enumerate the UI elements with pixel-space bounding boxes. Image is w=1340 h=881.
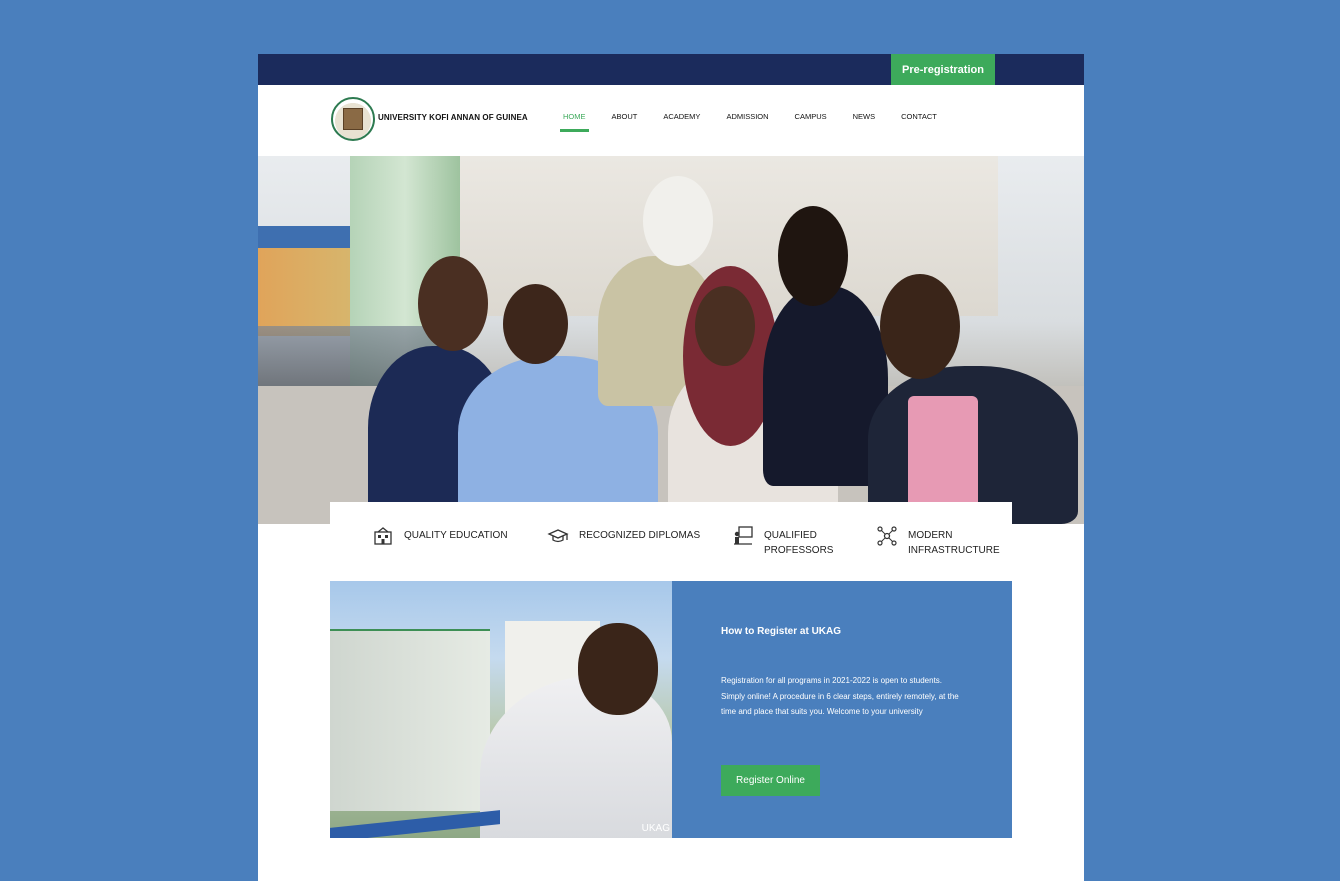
- hero-building-roof: [258, 226, 350, 248]
- nav-academy[interactable]: ACADEMY: [663, 112, 700, 121]
- nav-admission[interactable]: ADMISSION: [726, 112, 768, 121]
- student-3-head: [643, 176, 713, 266]
- register-title: How to Register at UKAG: [721, 626, 842, 637]
- register-online-button[interactable]: Register Online: [721, 765, 820, 796]
- photo-student-head: [578, 623, 658, 715]
- logo-building-icon: [343, 108, 363, 130]
- nav-campus[interactable]: CAMPUS: [795, 112, 827, 121]
- hero-students-photo: [258, 156, 1084, 524]
- photo-caption: UKAG: [641, 823, 670, 834]
- feature-label: QUALIFIED PROFESSORS: [764, 530, 834, 556]
- feature-label: RECOGNIZED DIPLOMAS: [579, 530, 701, 541]
- network-nodes-icon: [876, 525, 898, 547]
- brand-name[interactable]: UNIVERSITY KOFI ANNAN OF GUINEA: [378, 113, 528, 122]
- photo-campus-building: [330, 631, 490, 811]
- feature-quality-education: QUALITY EDUCATION: [372, 525, 508, 547]
- university-logo[interactable]: [331, 97, 375, 141]
- student-5-head: [778, 206, 848, 306]
- nav-home[interactable]: HOME: [560, 112, 588, 132]
- feature-recognized-diplomas: RECOGNIZED DIPLOMAS: [547, 528, 700, 547]
- pre-registration-button[interactable]: Pre-registration: [891, 54, 995, 85]
- feature-modern-infrastructure: MODERN INFRASTRUCTURE: [876, 525, 1008, 558]
- site-header: UNIVERSITY KOFI ANNAN OF GUINEA HOME ABO…: [258, 85, 1084, 156]
- nav-about[interactable]: ABOUT: [612, 112, 638, 121]
- graduation-cap-icon: [547, 525, 569, 547]
- nav-news[interactable]: NEWS: [853, 112, 876, 121]
- website-page: Pre-registration UNIVERSITY KOFI ANNAN O…: [258, 54, 1084, 881]
- student-6-head: [880, 274, 960, 379]
- top-bar: Pre-registration: [258, 54, 1084, 85]
- register-panel: How to Register at UKAG Registration for…: [672, 581, 1012, 838]
- main-nav: HOME ABOUT ACADEMY ADMISSION CAMPUS NEWS…: [560, 112, 963, 132]
- campus-student-photo: UKAG: [330, 581, 672, 838]
- school-building-icon: [372, 525, 394, 547]
- features-bar: QUALITY EDUCATION RECOGNIZED DIPLOMAS QU…: [330, 502, 1012, 564]
- nav-contact[interactable]: CONTACT: [901, 112, 937, 121]
- feature-label: MODERN INFRASTRUCTURE: [908, 530, 1000, 556]
- student-4-face: [695, 286, 755, 366]
- student-1-head: [418, 256, 488, 351]
- teacher-board-icon: [732, 525, 754, 547]
- student-2-head: [503, 284, 568, 364]
- feature-label: QUALITY EDUCATION: [404, 530, 508, 541]
- register-text: Registration for all programs in 2021-20…: [721, 676, 959, 716]
- feature-qualified-professors: QUALIFIED PROFESSORS: [732, 525, 836, 558]
- photo-railing: [330, 810, 500, 838]
